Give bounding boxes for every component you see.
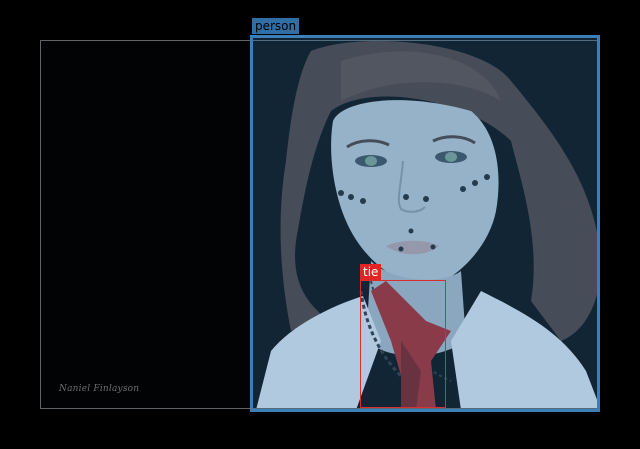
photographer-signature: Naniel Finlayson xyxy=(59,384,140,394)
tie-bounding-box xyxy=(360,280,446,408)
tie-detection-label: tie xyxy=(360,264,382,280)
annotated-image: Naniel Finlayson person tie xyxy=(0,0,640,449)
person-detection-label: person xyxy=(252,18,300,34)
